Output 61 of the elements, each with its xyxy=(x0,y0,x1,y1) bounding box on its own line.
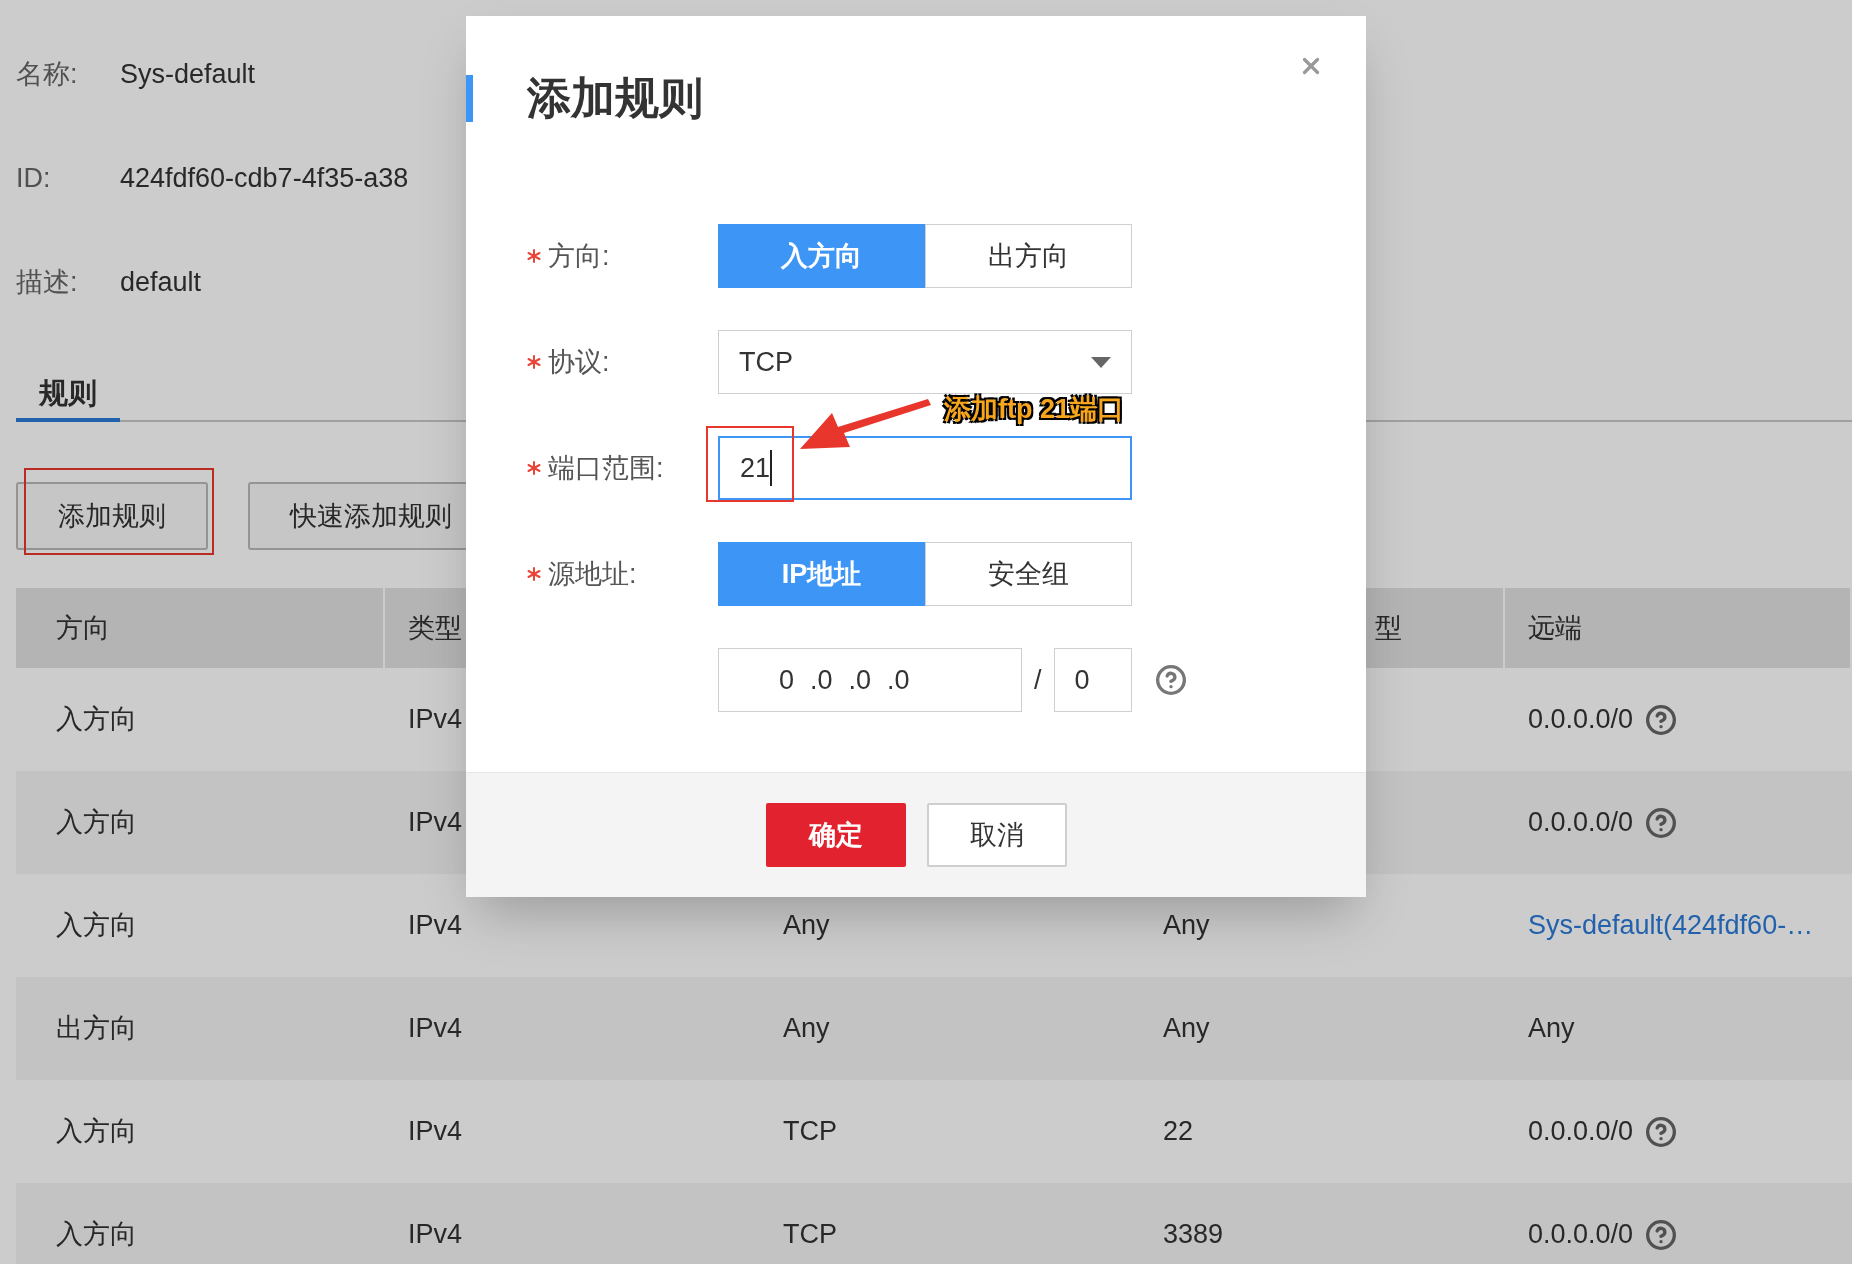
title-accent-bar xyxy=(466,75,473,122)
table-cell-text: 入方向 xyxy=(56,1115,137,1149)
info-value: 424fdf60-cdb7-4f35-a38 xyxy=(120,161,409,195)
help-icon[interactable] xyxy=(1154,664,1187,696)
text-cursor xyxy=(770,450,773,486)
table-cell-text: IPv4 xyxy=(408,1218,463,1252)
table-cell-text: TCP xyxy=(783,1115,837,1149)
caret-icon xyxy=(1091,356,1111,368)
help-icon[interactable] xyxy=(1645,806,1678,839)
tab[interactable]: 规则 xyxy=(16,370,120,422)
dialog-title: 添加规则 xyxy=(527,73,703,122)
table-cell-text: Any xyxy=(783,1012,830,1046)
field-label: 协议: xyxy=(548,345,610,379)
column-header: 型 xyxy=(1375,611,1402,645)
info-value: default xyxy=(120,265,202,299)
remote-link[interactable]: Sys-default(424fdf60-… xyxy=(1528,905,1814,946)
info-label: 描述: xyxy=(16,265,79,299)
table-cell-text: 3389 xyxy=(1163,1218,1224,1252)
annotation-text: 添加ftp 21端口 xyxy=(944,393,1124,426)
segment-option[interactable]: 出方向 xyxy=(925,224,1132,288)
table-cell-text: 22 xyxy=(1163,1115,1194,1149)
table-cell-text: 入方向 xyxy=(56,703,137,737)
table-cell-text: 0.0.0.0/0 xyxy=(1528,703,1634,737)
help-icon[interactable] xyxy=(1645,1218,1678,1251)
segment-option[interactable]: 安全组 xyxy=(925,542,1132,606)
column-header: 远端 xyxy=(1528,611,1582,645)
table-cell-text: Any xyxy=(1163,909,1210,943)
table-cell-text: 入方向 xyxy=(56,1218,137,1252)
table-cell-text: IPv4 xyxy=(408,703,463,737)
field-label: 源地址: xyxy=(548,557,637,591)
table-cell-text: 出方向 xyxy=(56,1012,137,1046)
table-cell-text: Any xyxy=(1528,1012,1575,1046)
protocol-select[interactable]: TCP xyxy=(718,330,1132,394)
info-label: ID: xyxy=(16,161,52,195)
table-cell-text: 0.0.0.0/0 xyxy=(1528,1218,1634,1252)
table-cell-text: 0.0.0.0/0 xyxy=(1528,1115,1634,1149)
table-cell-text: 入方向 xyxy=(56,909,137,943)
action-button[interactable]: 添加规则 xyxy=(16,482,208,550)
column-header: 类型 xyxy=(408,611,462,645)
table-cell-text: 入方向 xyxy=(56,806,137,840)
dialog-button[interactable]: 取消 xyxy=(926,803,1067,867)
ip-address-field[interactable]: 0 .0 .0 .0 xyxy=(718,648,1022,712)
field-label: 方向: xyxy=(548,239,610,273)
info-label: 名称: xyxy=(16,57,79,91)
port-field[interactable]: 21 xyxy=(718,436,1132,500)
column-header: 方向 xyxy=(56,611,110,645)
table-cell-text: IPv4 xyxy=(408,1115,463,1149)
table-cell-text: 0.0.0.0/0 xyxy=(1528,806,1634,840)
table-cell-text: TCP xyxy=(783,1218,837,1252)
field-label: 端口范围: xyxy=(548,451,664,485)
table-cell-text: IPv4 xyxy=(408,806,463,840)
table-cell-text: Any xyxy=(783,909,830,943)
table-cell-text: IPv4 xyxy=(408,909,463,943)
dialog-button[interactable]: 确定 xyxy=(765,803,906,867)
mask-field[interactable]: 0 xyxy=(1053,648,1132,712)
info-value: Sys-default xyxy=(120,57,256,91)
help-icon[interactable] xyxy=(1645,703,1678,736)
separator: / xyxy=(1034,663,1042,697)
table-cell-text: Any xyxy=(1163,1012,1210,1046)
table-cell-text: IPv4 xyxy=(408,1012,463,1046)
help-icon[interactable] xyxy=(1645,1115,1678,1148)
